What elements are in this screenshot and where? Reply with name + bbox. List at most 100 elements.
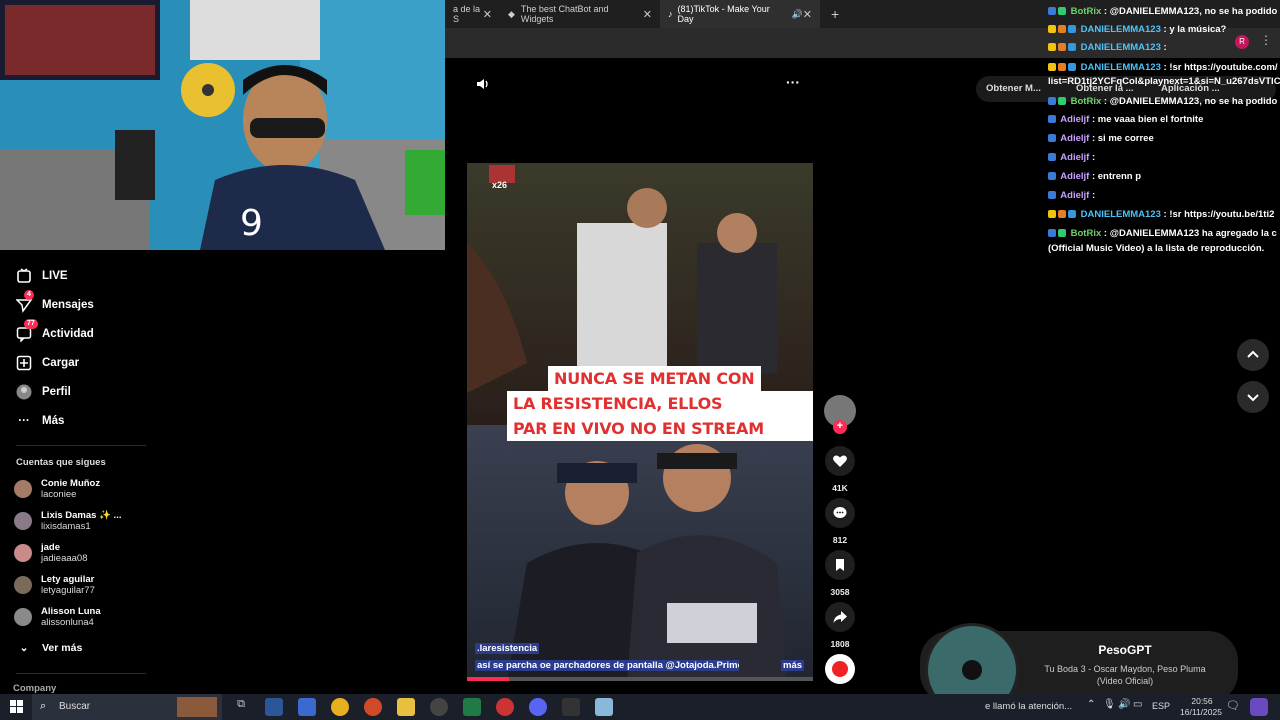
windows-start-icon[interactable] [10,700,23,718]
sidebar-item-more[interactable]: ··· Más [16,413,64,429]
avatar [14,480,32,498]
sidebar-item-label: Mensajes [42,299,94,311]
see-more-button[interactable]: ⌄ Ver más [16,640,83,656]
following-name: Conie Muñoz [41,478,101,489]
chat-text: : [1160,42,1167,53]
company-link[interactable]: Company [13,683,56,694]
chat-message: Adieljf : si me corree [1048,133,1154,144]
search-highlight-image [177,697,217,717]
chat-message: DANIELEMMA123 : !sr https://youtu.be/1ti… [1048,209,1274,220]
comment-icon[interactable] [825,498,855,528]
like-button[interactable]: 41K [824,446,856,493]
close-icon[interactable]: ✕ [803,8,812,21]
tab-1[interactable]: a de la S ✕ [445,0,500,28]
sidebar-item-label: LIVE [42,270,68,282]
sound-disc[interactable] [824,654,856,684]
address-bar[interactable] [445,28,1045,58]
bookmark-icon[interactable] [825,550,855,580]
store-icon[interactable] [298,698,316,716]
tab-3[interactable]: ♪ (81)TikTok - Make Your Day 🔊 ✕ [660,0,820,28]
comment-button[interactable]: 812 [824,498,856,545]
chat-badge-icon [1068,25,1076,33]
overlay-line-1: NUNCA SE METAN CON [548,366,761,391]
music-disc-icon[interactable] [825,654,855,684]
volume-tray-icon[interactable]: 🔊 [1118,699,1130,710]
clock-time[interactable]: 20:56 [1182,696,1222,706]
chat-badge-icon [1048,25,1056,33]
chat-message: DANIELEMMA123 : y la música? [1048,24,1226,35]
following-user: lixisdamas1 [41,521,91,532]
chat-text: : @DANIELEMMA123, no se ha podido [1101,6,1278,17]
excel-icon[interactable] [463,698,481,716]
discord-icon[interactable] [529,698,547,716]
chat-username: Adieljf [1060,190,1090,201]
speaker-icon[interactable]: 🔊 [792,9,803,20]
task-view-icon[interactable]: ⧉ [232,698,250,716]
sidebar-item-upload[interactable]: Cargar [16,355,79,371]
profile-icon [16,384,32,400]
copilot-icon[interactable] [1250,698,1268,716]
app-icon[interactable] [595,698,613,716]
next-video-button[interactable] [1237,381,1269,413]
activity-badge: 77 [24,319,38,329]
following-name: Alisson Luna [41,606,101,617]
chrome-profile-icon[interactable] [496,698,514,716]
chat-message: list=RD1tj2YCFqCol&playnext=1&si=N_u267d… [1048,76,1280,87]
following-item[interactable]: Lixis Damas ✨ ... lixisdamas1 [14,510,121,532]
save-button[interactable]: 3058 [824,550,856,597]
language-indicator[interactable]: ESP [1152,701,1170,711]
menu-dots-icon[interactable]: ⋮ [1260,33,1272,47]
video-player[interactable]: x26 NUNCA SE METAN CON LA RESISTENCIA, E… [467,163,813,681]
svg-text:9: 9 [240,203,263,244]
clock-date[interactable]: 16/11/2025 [1172,707,1230,717]
following-item[interactable]: jade jadieaaa08 [14,542,88,564]
ext-button-1[interactable]: Obtener M... [986,83,1041,94]
volume-icon[interactable] [475,76,491,95]
notification-text[interactable]: e llamó la atención... [985,701,1072,712]
chat-message: BotRix : @DANIELEMMA123, no se ha podido [1048,96,1277,107]
following-item[interactable]: Lety aguilar letyaguilar77 [14,574,95,596]
sidebar-item-messages[interactable]: 4 Mensajes [16,290,94,313]
previous-video-button[interactable] [1237,339,1269,371]
tab-2[interactable]: ◆ The best ChatBot and Widgets ✕ [500,0,660,28]
following-item[interactable]: Conie Muñoz laconiee [14,478,100,500]
progress-fill [467,677,509,681]
following-item[interactable]: Alisson Luna alissonluna4 [14,606,101,628]
close-icon[interactable]: ✕ [483,8,492,21]
follow-plus-icon[interactable]: + [833,420,847,434]
chat-badge-icon [1068,63,1076,71]
message-icon: 4 [16,290,34,313]
share-button[interactable]: 1808 [824,602,856,649]
powerpoint-icon[interactable] [364,698,382,716]
sidebar-item-live[interactable]: LIVE [16,268,68,284]
share-icon[interactable] [825,602,855,632]
chat-username: Adieljf [1060,114,1090,125]
chat-text: : @DANIELEMMA123 ha agregado la c [1101,228,1277,239]
obs-icon[interactable] [430,698,448,716]
creator-avatar[interactable]: + [824,395,856,434]
folder-icon[interactable] [397,698,415,716]
following-name: Lety aguilar [41,574,95,585]
display-icon[interactable]: ▭ [1133,699,1142,710]
more-options-icon[interactable]: ··· [786,74,800,90]
see-more-label: Ver más [42,642,83,654]
close-icon[interactable]: ✕ [643,8,652,21]
multiplier-label: x26 [492,180,508,190]
heart-icon[interactable] [825,446,855,476]
chat-username: DANIELEMMA123 [1080,62,1161,73]
notifications-icon[interactable]: 🗨 [1226,699,1240,712]
epic-games-icon[interactable] [562,698,580,716]
microphone-icon[interactable]: 🎙 [1103,699,1116,710]
more-link[interactable]: más [781,660,805,671]
video-author[interactable]: .laresistencia [475,643,540,654]
chat-message: BotRix : @DANIELEMMA123 ha agregado la c [1048,228,1277,239]
progress-bar[interactable] [467,677,813,681]
new-tab-button[interactable]: + [823,0,843,28]
word-icon[interactable] [265,698,283,716]
tray-chevron-icon[interactable]: ⌃ [1087,699,1095,710]
sidebar-item-activity[interactable]: 77 Actividad [16,319,94,342]
chrome-icon[interactable] [331,698,349,716]
taskbar-search[interactable]: ⌕ Buscar [32,694,222,720]
profile-avatar[interactable]: R [1235,35,1249,49]
sidebar-item-profile[interactable]: Perfil [16,384,71,400]
